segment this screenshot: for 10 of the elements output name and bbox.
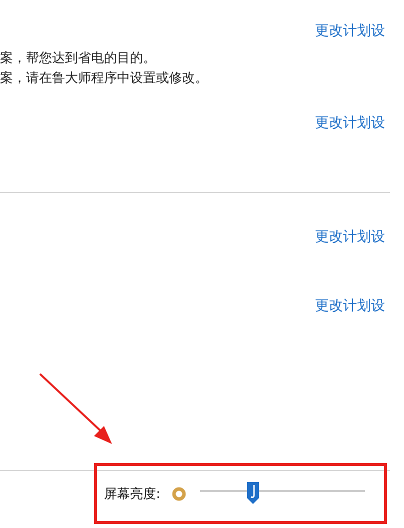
slider-thumb[interactable] xyxy=(247,482,260,504)
brightness-slider[interactable] xyxy=(200,482,366,506)
change-plan-link[interactable]: 更改计划设 xyxy=(315,114,390,132)
change-plan-link[interactable]: 更改计划设 xyxy=(315,22,390,40)
change-plan-link[interactable]: 更改计划设 xyxy=(315,297,390,315)
plan-description: 案，请在鲁大师程序中设置或修改。 xyxy=(0,70,208,88)
sun-icon xyxy=(172,487,186,501)
plan-description: 案，帮您达到省电的目的。 xyxy=(0,50,156,68)
change-plan-link[interactable]: 更改计划设 xyxy=(315,228,390,246)
brightness-label: 屏幕亮度: xyxy=(104,486,160,503)
